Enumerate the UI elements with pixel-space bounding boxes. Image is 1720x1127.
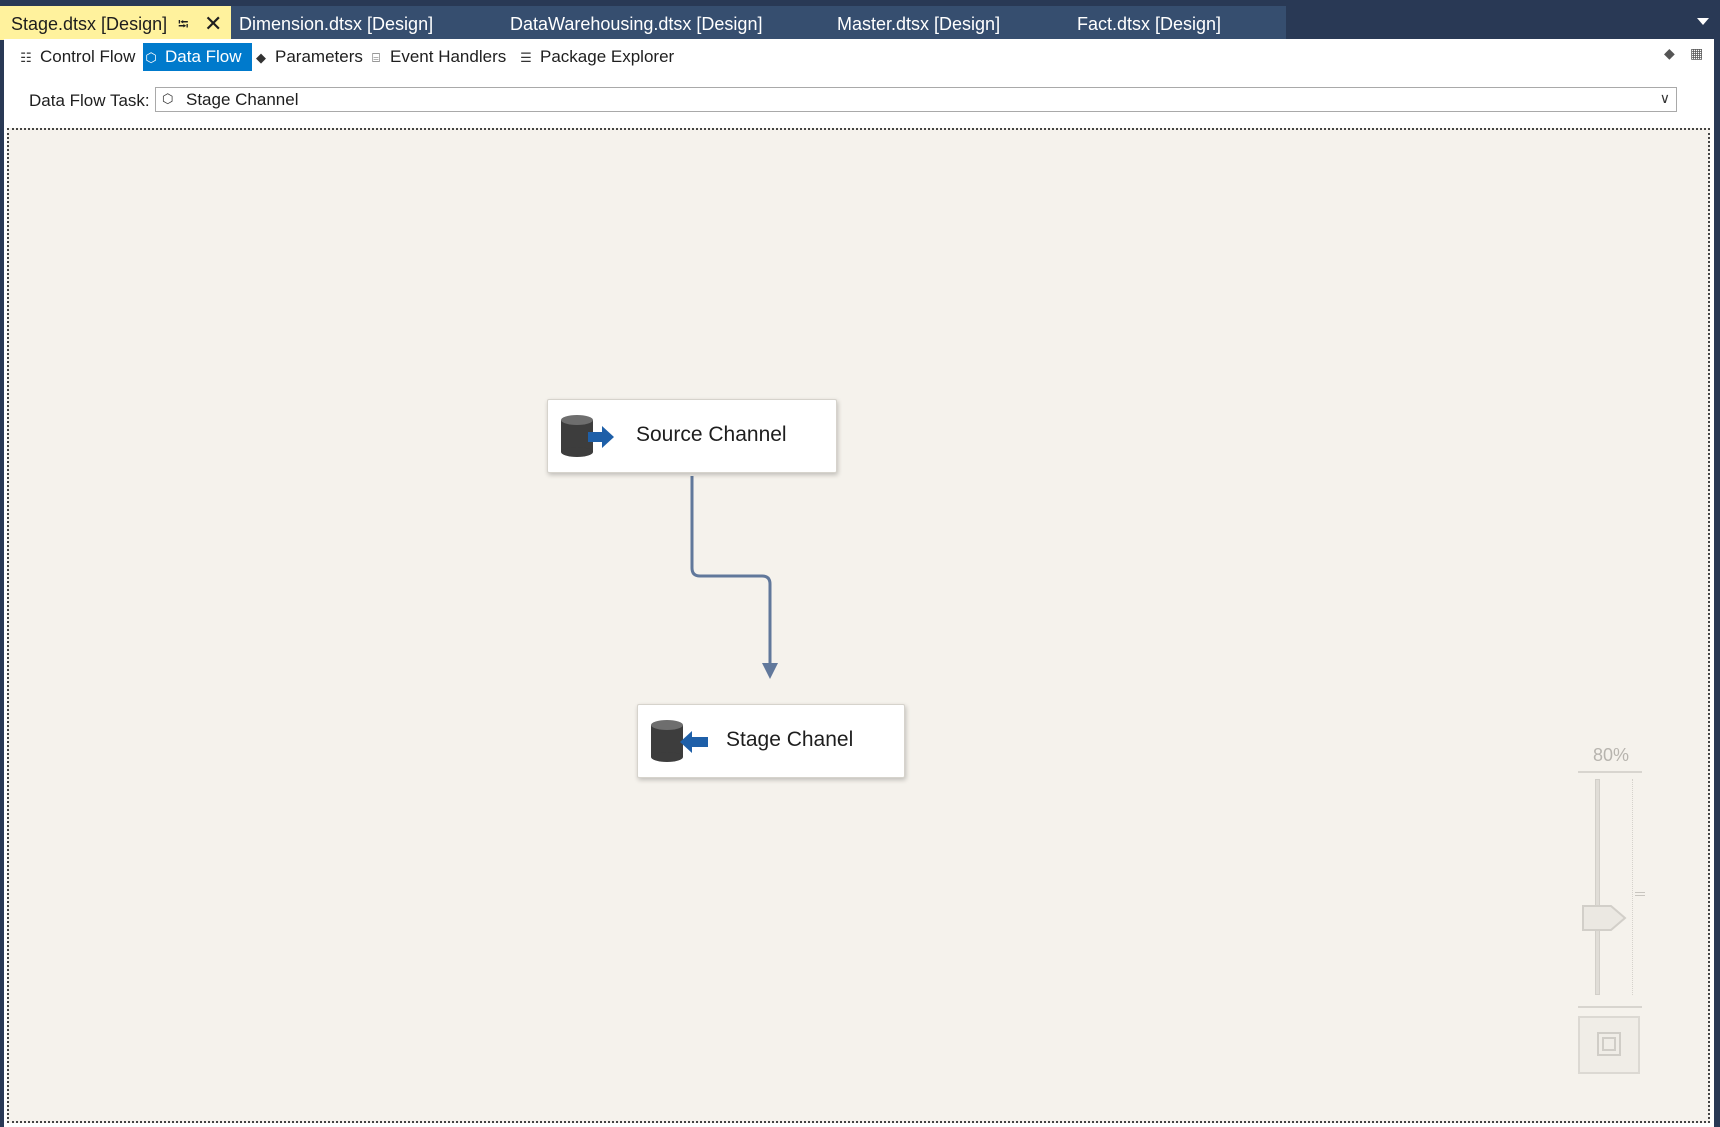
zoom-slider-thumb[interactable] (1581, 904, 1627, 932)
stage-chanel-label: Stage Chanel (726, 728, 854, 751)
tab-label: Control Flow (40, 47, 136, 66)
tab-package-explorer[interactable]: ☰ Package Explorer (518, 43, 674, 71)
ssis-toolbox-icon[interactable]: ▦ (1690, 45, 1703, 62)
data-flow-task-label: Data Flow Task: (29, 91, 150, 110)
tab-fact-dtsx[interactable]: Fact.dtsx [Design] (1077, 6, 1221, 40)
source-channel-component[interactable]: Source Channel (547, 399, 837, 473)
parameters-icon: ◆ (256, 50, 266, 65)
control-flow-icon: ☷ (20, 50, 32, 65)
data-flow-task-dropdown[interactable]: ⬡ Stage Channel ∨ (155, 87, 1677, 112)
source-channel-label: Source Channel (636, 423, 787, 446)
chevron-down-icon: ∨ (1659, 90, 1670, 106)
event-handlers-icon: ⌸ (372, 50, 380, 65)
tab-overflow-chevron-icon[interactable] (1697, 18, 1709, 25)
tab-master-dtsx[interactable]: Master.dtsx [Design] (837, 6, 1000, 40)
tab-label: Stage.dtsx [Design] (11, 14, 168, 34)
tab-label: Dimension.dtsx [Design] (239, 14, 434, 34)
document-tab-strip: Stage.dtsx [Design] ⭾ ✕ Dimension.dtsx [… (0, 0, 1720, 40)
variables-icon[interactable]: ◆ (1664, 45, 1675, 62)
package-explorer-icon: ☰ (520, 50, 532, 65)
tab-label: Package Explorer (540, 47, 675, 66)
tab-label: Master.dtsx [Design] (837, 14, 1001, 34)
data-flow-canvas[interactable]: Source Channel Stage Chanel (7, 128, 1710, 1123)
tab-stage-dtsx[interactable]: Stage.dtsx [Design] ⭾ ✕ (0, 6, 231, 40)
database-destination-icon (651, 720, 708, 762)
zoom-level-text: 80% (1592, 745, 1630, 765)
stage-chanel-component[interactable]: Stage Chanel (637, 704, 905, 778)
tab-control-flow[interactable]: ☷ Control Flow (18, 43, 135, 71)
zoom-slider-track[interactable] (1595, 779, 1600, 995)
data-flow-task-icon: ⬡ (162, 91, 174, 106)
pin-icon[interactable]: ⭾ (178, 6, 189, 42)
package-designer: ☷ Control Flow ⬡ Data Flow ◆ Parameters ⌸ Ev… (4, 39, 1714, 1127)
tab-data-flow[interactable]: ⬡ Data Flow (143, 43, 252, 71)
data-flow-icon: ⬡ (145, 50, 157, 65)
zoom-fit-icon (1597, 1032, 1621, 1056)
close-icon[interactable]: ✕ (204, 6, 222, 42)
zoom-to-fit-button[interactable] (1578, 1016, 1640, 1074)
zoom-divider-top (1578, 771, 1642, 773)
tab-datawarehousing-dtsx[interactable]: DataWarehousing.dtsx [Design] (510, 6, 762, 40)
tab-label: DataWarehousing.dtsx [Design] (510, 14, 763, 34)
database-source-icon (561, 415, 614, 457)
tab-event-handlers[interactable]: ⌸ Event Handlers (368, 43, 506, 71)
tab-parameters[interactable]: ◆ Parameters (253, 43, 363, 71)
zoom-default-marker (1635, 892, 1645, 896)
zoom-slider-ticks (1632, 779, 1634, 995)
connector-arrow-icon (762, 663, 778, 679)
data-path-connector[interactable] (9, 130, 1709, 1120)
tab-label: Event Handlers (390, 47, 507, 66)
tab-label: Parameters (275, 47, 363, 66)
data-flow-task-value: Stage Channel (186, 90, 299, 109)
tab-label: Data Flow (165, 47, 242, 66)
zoom-divider-bottom (1578, 1006, 1642, 1008)
tab-dimension-dtsx[interactable]: Dimension.dtsx [Design] (239, 6, 433, 40)
tab-label: Fact.dtsx [Design] (1077, 14, 1222, 34)
